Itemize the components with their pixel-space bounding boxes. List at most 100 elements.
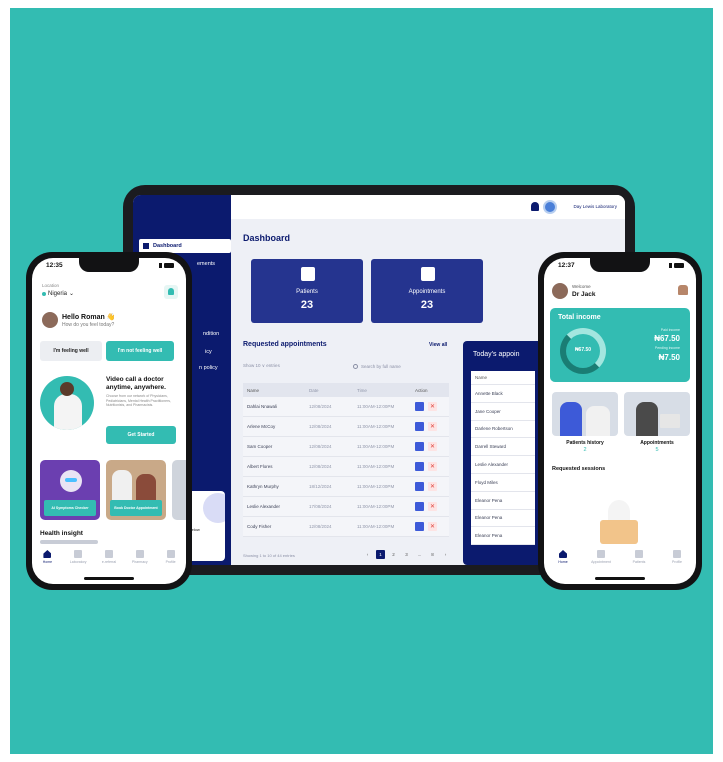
accept-button[interactable] <box>415 522 424 531</box>
avatar[interactable] <box>42 312 58 328</box>
list-item[interactable]: Leslie Alexander <box>471 456 535 474</box>
accept-button[interactable] <box>415 482 424 491</box>
feeling-well-button[interactable]: I'm feeling well <box>40 341 102 361</box>
photo-person <box>586 406 610 436</box>
home-icon <box>43 550 52 558</box>
table-row: Arlene McCoy 12/08/2024 11:00AM-12:00PM … <box>243 417 449 437</box>
sidebar-item-appointments[interactable]: ements <box>197 257 215 271</box>
doctor-name: Dr Jack <box>572 291 596 298</box>
profile-icon <box>673 550 681 558</box>
sidebar-item-refund-policy[interactable]: n policy <box>199 361 218 375</box>
reject-button[interactable]: ✕ <box>428 522 437 531</box>
get-started-button[interactable]: Get Started <box>106 426 176 444</box>
location-selector[interactable]: Nigeria ⌄ <box>42 290 74 297</box>
sidebar-item-dashboard[interactable]: Dashboard <box>139 239 231 253</box>
tab-appointment[interactable]: Appointment <box>588 550 614 574</box>
patients-history-count: 2 <box>583 447 587 453</box>
empty-state-illustration <box>594 498 644 548</box>
patients-history-card[interactable] <box>552 392 618 436</box>
lab-name: Day Lewis Laboratory <box>573 204 617 209</box>
list-item[interactable]: Eleanor Pena <box>471 492 535 510</box>
tab-home[interactable]: Home <box>550 550 576 574</box>
book-appointment-card[interactable]: Book Doctor Appointment <box>106 460 166 520</box>
page-button[interactable]: 8 <box>428 550 437 559</box>
notification-bell-icon[interactable] <box>678 285 688 295</box>
next-page-button[interactable]: › <box>441 550 450 559</box>
doctor-body <box>54 394 82 430</box>
sidebar-item-privacy[interactable]: icy <box>205 345 212 359</box>
welcome-label: Welcome <box>572 284 591 289</box>
stat-card-appointments[interactable]: Appointments 23 <box>371 259 483 323</box>
entries-selector[interactable]: Show 10 ∨ entries <box>243 363 280 369</box>
table-row: Albert Flores 12/08/2024 11:00AM-12:00PM… <box>243 457 449 477</box>
battery-icon <box>164 263 174 268</box>
list-item[interactable]: Eleanor Pena <box>471 527 535 546</box>
reject-button[interactable]: ✕ <box>428 402 437 411</box>
not-feeling-well-button[interactable]: I'm not feeling well <box>106 341 174 361</box>
promo-illustration <box>203 493 225 523</box>
tab-patients[interactable]: Patients <box>626 550 652 574</box>
doctor-head <box>60 382 74 396</box>
appointments-card[interactable] <box>624 392 690 436</box>
accept-button[interactable] <box>415 502 424 511</box>
stat-card-patients[interactable]: Patients 23 <box>251 259 363 323</box>
pagination: ‹ 1 2 3 ... 8 › <box>363 550 450 559</box>
sidebar-item-terms[interactable]: ndition <box>203 327 219 341</box>
tab-profile[interactable]: Profile <box>158 550 184 574</box>
avatar[interactable] <box>552 283 568 299</box>
page-button[interactable]: 2 <box>389 550 398 559</box>
calendar-icon <box>597 550 605 558</box>
list-item[interactable]: Annette Black <box>471 385 535 403</box>
tab-pharmacy[interactable]: Pharmacy <box>127 550 153 574</box>
home-indicator <box>84 577 134 580</box>
tab-e-referral[interactable]: e-referral <box>96 550 122 574</box>
list-item[interactable]: Darlene Robertson <box>471 421 535 439</box>
flask-icon <box>74 550 83 558</box>
grid-icon <box>143 243 149 249</box>
patients-icon <box>635 550 643 558</box>
health-insight-title: Health insight <box>40 530 83 537</box>
search-icon <box>353 363 358 369</box>
table-row: Kathryn Murphy 18/12/2024 11:00AM-12:00P… <box>243 477 449 497</box>
reject-button[interactable]: ✕ <box>428 442 437 451</box>
reject-button[interactable]: ✕ <box>428 482 437 491</box>
more-services-card[interactable] <box>172 460 186 520</box>
bottom-tab-bar: Home Laboratory e-referral Pharmacy Prof… <box>32 550 186 574</box>
page-title: Dashboard <box>243 233 291 243</box>
bell-icon[interactable] <box>531 202 539 211</box>
table-row: Dahlai Nnawali 12/08/2024 11:00AM-12:00P… <box>243 397 449 417</box>
notification-bell-icon[interactable] <box>164 285 178 299</box>
accept-button[interactable] <box>415 442 424 451</box>
list-item[interactable]: Eleanor Pena <box>471 510 535 528</box>
tab-home[interactable]: Home <box>34 550 60 574</box>
todays-appointments-list: Name Annette Black Jane Cooper Darlene R… <box>471 371 535 546</box>
prev-page-button[interactable]: ‹ <box>363 550 372 559</box>
page-button[interactable]: 3 <box>402 550 411 559</box>
list-item[interactable]: Floyd Miles <box>471 474 535 492</box>
phone-notch <box>79 258 139 272</box>
list-item[interactable]: Jane Cooper <box>471 403 535 421</box>
table-row: Cody Fisher 12/08/2024 11:00AM-12:00PM ✕ <box>243 517 449 537</box>
list-item[interactable]: Darrell Steward <box>471 438 535 457</box>
tab-profile[interactable]: Profile <box>664 550 690 574</box>
status-icons <box>669 263 684 268</box>
promo-background: Dashboard ements ndition icy n policy ur… <box>10 8 713 754</box>
reject-button[interactable]: ✕ <box>428 422 437 431</box>
view-all-link[interactable]: View all <box>429 342 447 348</box>
accept-button[interactable] <box>415 422 424 431</box>
tab-laboratory[interactable]: Laboratory <box>65 550 91 574</box>
location-label: Location <box>42 283 60 288</box>
page-button[interactable]: 1 <box>376 550 385 559</box>
accept-button[interactable] <box>415 462 424 471</box>
reject-button[interactable]: ✕ <box>428 502 437 511</box>
appointments-label: Appointments <box>640 440 674 446</box>
total-income-card[interactable]: Total income ₦67.50 Paid income ₦67.50 P… <box>550 308 690 382</box>
status-icons <box>159 263 174 268</box>
bottom-tab-bar: Home Appointment Patients Profile <box>544 550 696 574</box>
search-input[interactable]: Search by full name <box>353 360 449 372</box>
ai-symptoms-checker-card[interactable]: AI Symptoms Checker <box>40 460 100 520</box>
reject-button[interactable]: ✕ <box>428 462 437 471</box>
home-indicator <box>595 577 645 580</box>
accept-button[interactable] <box>415 402 424 411</box>
table-header: Name Date Time Action <box>243 383 449 397</box>
